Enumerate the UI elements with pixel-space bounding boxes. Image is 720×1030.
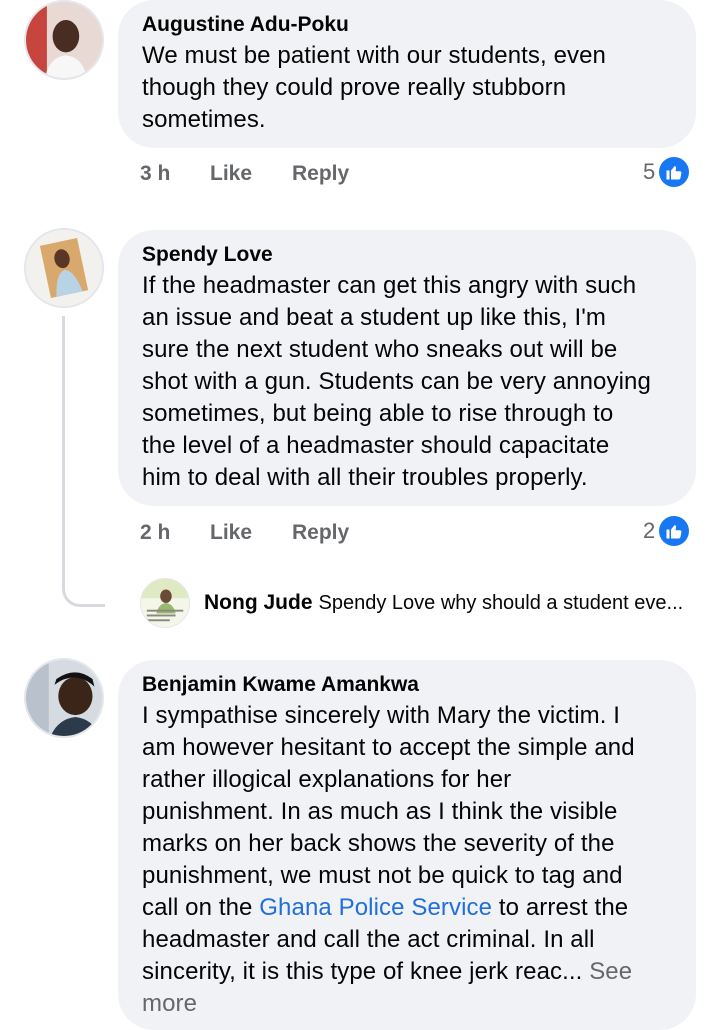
like-button[interactable]: Like — [210, 162, 252, 186]
comment-author[interactable]: Benjamin Kwame Amankwa — [142, 672, 672, 698]
thread-connector — [62, 316, 65, 570]
comment-line: I sympathise sincerely with Mary the vic… — [142, 702, 621, 729]
comment-line: the level of a headmaster should capacit… — [142, 432, 610, 459]
comment-text: I sympathise sincerely with Mary the vic… — [142, 700, 672, 1020]
comment-line: though they could prove really stubborn — [142, 74, 567, 101]
comment-line: We must be patient with our students, ev… — [142, 42, 607, 69]
see-more-link[interactable]: more — [142, 988, 672, 1020]
timestamp[interactable]: 3 h — [140, 162, 170, 186]
comment-bubble: Spendy Love If the headmaster can get th… — [118, 230, 696, 506]
avatar-photo — [26, 2, 102, 78]
comment-line: am however hesitant to accept the simple… — [142, 734, 635, 761]
comment-line: an issue and beat a student up like this… — [142, 304, 607, 331]
reply-preview[interactable]: Nong Jude Spendy Love why should a studen… — [204, 591, 683, 615]
comment-text-fragment: to arrest the — [492, 894, 629, 921]
reply-button[interactable]: Reply — [292, 162, 349, 186]
comment-line: him to deal with all their troubles prop… — [142, 464, 588, 491]
comment-line: If the headmaster can get this angry wit… — [142, 272, 637, 299]
comment-line: call on the Ghana Police Service to arre… — [142, 892, 672, 924]
comment-text-fragment: sincerity, it is this type of knee jerk … — [142, 958, 590, 985]
like-thumb-icon — [659, 157, 690, 187]
comment-line: punishment. In as much as I think the vi… — [142, 798, 618, 825]
reaction-count: 5 — [643, 159, 656, 184]
comment-line: sure the next student who sneaks out wil… — [142, 336, 618, 363]
avatar-augustine[interactable] — [24, 0, 104, 80]
comment-text: If the headmaster can get this angry wit… — [142, 270, 672, 494]
like-thumb-icon — [659, 516, 690, 546]
comment-line: shot with a gun. Students can be very an… — [142, 368, 651, 395]
see-more-link[interactable]: See — [589, 958, 632, 985]
reply-author[interactable]: Nong Jude — [204, 591, 313, 614]
reaction-summary[interactable]: 5 — [643, 157, 690, 187]
thread-connector-curve — [62, 568, 105, 607]
reply-button[interactable]: Reply — [292, 521, 349, 545]
like-button[interactable]: Like — [210, 521, 252, 545]
reaction-summary[interactable]: 2 — [643, 516, 690, 546]
comment-text: We must be patient with our students, ev… — [142, 40, 672, 136]
comment-line: sometimes. — [142, 106, 266, 133]
comment-line: punishment, we must not be quick to tag … — [142, 862, 623, 889]
comment-bubble: Augustine Adu-Poku We must be patient wi… — [118, 0, 696, 148]
avatar-spendy[interactable] — [24, 228, 104, 308]
avatar-photo — [26, 660, 102, 736]
comment-bubble: Benjamin Kwame Amankwa I sympathise sinc… — [118, 660, 696, 1030]
comment-line: sometimes, but being able to rise throug… — [142, 400, 614, 427]
comment-author[interactable]: Spendy Love — [142, 242, 672, 268]
reaction-count: 2 — [643, 518, 656, 543]
comment-actions: 3 h Like Reply — [0, 162, 720, 190]
comment-line: marks on her back shows the severity of … — [142, 830, 615, 857]
avatar-benjamin[interactable] — [24, 658, 104, 738]
comment-author[interactable]: Augustine Adu-Poku — [142, 12, 672, 38]
page-mention-link[interactable]: Ghana Police Service — [259, 894, 492, 921]
comment-line: rather illogical explanations for her — [142, 766, 512, 793]
comment-line: headmaster and call the act criminal. In… — [142, 926, 595, 953]
comment-line: sincerity, it is this type of knee jerk … — [142, 956, 672, 988]
comment-actions: 2 h Like Reply — [0, 521, 720, 549]
comment-text-fragment: call on the — [142, 894, 260, 921]
timestamp[interactable]: 2 h — [140, 521, 170, 545]
avatar-nong-jude[interactable] — [140, 578, 190, 628]
avatar-photo — [26, 230, 102, 306]
reply-snippet: Spendy Love why should a student eve... — [318, 592, 684, 614]
avatar-photo — [141, 579, 189, 627]
